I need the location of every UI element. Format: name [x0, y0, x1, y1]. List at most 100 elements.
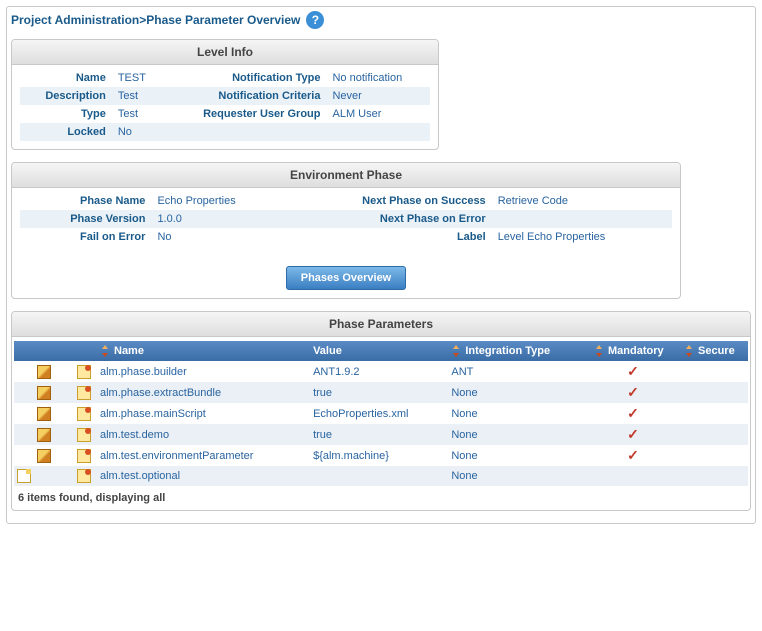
phases-overview-button[interactable]: Phases Overview: [286, 266, 407, 290]
param-name[interactable]: alm.phase.builder: [94, 361, 307, 382]
level-info-grid: NameTESTNotification TypeNo notification…: [20, 69, 430, 141]
table-header-row: Name Value Integration Type Mandatory Se…: [14, 341, 748, 361]
note-icon[interactable]: [17, 469, 31, 483]
param-mandatory: ✓: [588, 403, 678, 424]
field-label: Type: [20, 105, 112, 123]
param-integration: None: [445, 466, 588, 486]
field-label: Requester User Group: [163, 105, 327, 123]
field-value: Test: [112, 105, 163, 123]
edit-icon[interactable]: [37, 428, 51, 442]
param-integration: None: [445, 445, 588, 466]
field-value: [492, 210, 672, 228]
table-row: alm.phase.mainScriptEchoProperties.xmlNo…: [14, 403, 748, 424]
col-mandatory[interactable]: Mandatory: [588, 341, 678, 361]
param-name[interactable]: alm.phase.mainScript: [94, 403, 307, 424]
field-label: Fail on Error: [20, 228, 151, 246]
param-icon[interactable]: [77, 449, 91, 463]
table-row: alm.test.environmentParameter${alm.machi…: [14, 445, 748, 466]
level-info-title: Level Info: [12, 40, 438, 65]
breadcrumb: Project Administration>Phase Parameter O…: [11, 11, 751, 29]
param-mandatory: ✓: [588, 424, 678, 445]
param-value: ${alm.machine}: [307, 445, 445, 466]
field-label: Notification Type: [163, 69, 327, 87]
param-name[interactable]: alm.phase.extractBundle: [94, 382, 307, 403]
param-value: true: [307, 382, 445, 403]
param-icon[interactable]: [77, 428, 91, 442]
env-phase-grid: Phase NameEcho PropertiesNext Phase on S…: [20, 192, 672, 246]
param-mandatory: ✓: [588, 382, 678, 403]
param-integration: ANT: [445, 361, 588, 382]
field-label: Notification Criteria: [163, 87, 327, 105]
field-label: Name: [20, 69, 112, 87]
col-secure[interactable]: Secure: [678, 341, 748, 361]
env-phase-title: Environment Phase: [12, 163, 680, 188]
field-label: Locked: [20, 123, 112, 141]
phase-params-table: Name Value Integration Type Mandatory Se…: [14, 341, 748, 486]
check-icon: ✓: [627, 363, 639, 379]
param-icon[interactable]: [77, 407, 91, 421]
breadcrumb-part2[interactable]: Phase Parameter Overview: [146, 13, 300, 27]
param-mandatory: [588, 466, 678, 486]
field-label: Next Phase on Error: [287, 210, 491, 228]
level-info-panel: Level Info NameTESTNotification TypeNo n…: [11, 39, 439, 150]
field-value: TEST: [112, 69, 163, 87]
table-footer: 6 items found, displaying all: [14, 486, 748, 510]
sort-icon[interactable]: [684, 345, 694, 357]
edit-icon[interactable]: [37, 449, 51, 463]
param-value: [307, 466, 445, 486]
field-label: Phase Version: [20, 210, 151, 228]
phase-params-panel: Phase Parameters Name Value Integration …: [11, 311, 751, 511]
param-icon[interactable]: [77, 386, 91, 400]
param-mandatory: ✓: [588, 445, 678, 466]
table-row: alm.phase.extractBundletrueNone ✓: [14, 382, 748, 403]
field-value: Test: [112, 87, 163, 105]
field-value: ALM User: [326, 105, 430, 123]
param-secure: [678, 424, 748, 445]
field-label: [163, 123, 327, 141]
param-secure: [678, 382, 748, 403]
field-label: Label: [287, 228, 491, 246]
table-row: alm.test.demotrueNone✓: [14, 424, 748, 445]
check-icon: ✓: [627, 426, 639, 442]
edit-icon[interactable]: [37, 365, 51, 379]
param-secure: [678, 466, 748, 486]
field-value: 1.0.0: [151, 210, 287, 228]
breadcrumb-part1[interactable]: Project Administration: [11, 13, 139, 27]
field-value: Echo Properties: [151, 192, 287, 210]
field-label: Description: [20, 87, 112, 105]
param-value: true: [307, 424, 445, 445]
field-value: [326, 123, 430, 141]
check-icon: ✓: [627, 384, 639, 400]
col-value[interactable]: Value: [307, 341, 445, 361]
table-row: alm.phase.builderANT1.9.2ANT ✓: [14, 361, 748, 382]
col-integration[interactable]: Integration Type: [445, 341, 588, 361]
param-integration: None: [445, 403, 588, 424]
param-icon[interactable]: [77, 469, 91, 483]
param-integration: None: [445, 382, 588, 403]
field-value: Retrieve Code: [492, 192, 672, 210]
field-label: Next Phase on Success: [287, 192, 491, 210]
field-label: Phase Name: [20, 192, 151, 210]
field-value: Never: [326, 87, 430, 105]
param-secure: [678, 445, 748, 466]
field-value: No notification: [326, 69, 430, 87]
table-row: alm.test.optional None: [14, 466, 748, 486]
phase-params-title: Phase Parameters: [12, 312, 750, 337]
sort-icon[interactable]: [100, 345, 110, 357]
check-icon: ✓: [627, 447, 639, 463]
param-name[interactable]: alm.test.environmentParameter: [94, 445, 307, 466]
col-name[interactable]: Name: [94, 341, 307, 361]
edit-icon[interactable]: [37, 386, 51, 400]
param-name[interactable]: alm.test.demo: [94, 424, 307, 445]
sort-icon[interactable]: [451, 345, 461, 357]
check-icon: ✓: [627, 405, 639, 421]
param-icon[interactable]: [77, 365, 91, 379]
edit-icon[interactable]: [37, 407, 51, 421]
sort-icon[interactable]: [594, 345, 604, 357]
help-icon[interactable]: ?: [306, 11, 324, 29]
param-secure: [678, 403, 748, 424]
param-name[interactable]: alm.test.optional: [94, 466, 307, 486]
field-value: No: [151, 228, 287, 246]
param-value: ANT1.9.2: [307, 361, 445, 382]
field-value: No: [112, 123, 163, 141]
